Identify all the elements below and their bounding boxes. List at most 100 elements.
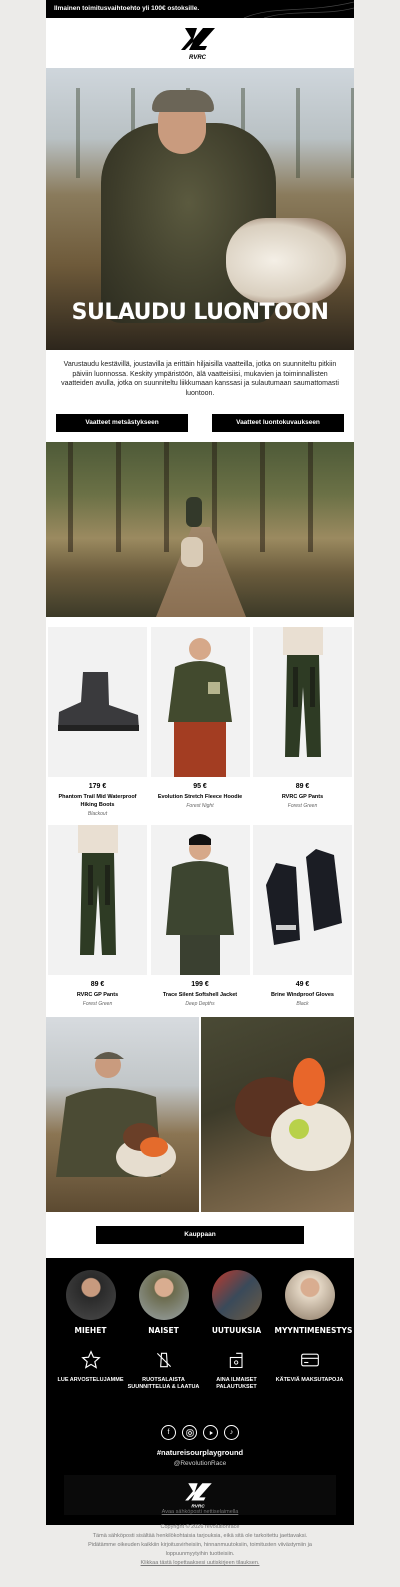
email-container: Ilmainen toimitusvaihtoehto yli 100€ ost… [46, 0, 354, 1525]
product-image[interactable] [253, 825, 352, 975]
product-name[interactable]: RVRC GP Pants [253, 793, 352, 801]
hero-image[interactable]: SULAUDU LUONTOON [46, 68, 354, 350]
topo-lines-decoration [243, 1, 354, 18]
pants-icon [77, 825, 118, 955]
product-name[interactable]: Trace Silent Softshell Jacket [151, 991, 250, 999]
return-box-icon [201, 1349, 273, 1371]
category-image[interactable] [284, 1270, 335, 1320]
product-color: Forest Green [287, 803, 318, 809]
usp-list: LUE ARVOSTELUJAMME RUOTSALAISTA SUUNNITT… [46, 1335, 354, 1391]
product-grid: 179 € Phantom Trail Mid Waterproof Hikin… [46, 617, 354, 1015]
category-bestsellers[interactable]: MYYNTIMENESTYS [275, 1270, 353, 1335]
usp-label: AINA ILMAISET PALAUTUKSET [216, 1377, 257, 1390]
category-image[interactable] [211, 1270, 262, 1320]
boot-icon [57, 672, 139, 731]
category-label[interactable]: NAISET [129, 1326, 199, 1335]
social-handle[interactable]: @RevolutionRace [46, 1460, 354, 1467]
product-image[interactable] [253, 627, 352, 777]
facebook-icon[interactable]: f [161, 1425, 176, 1440]
usp-reviews[interactable]: LUE ARVOSTELUJAMME [55, 1349, 127, 1391]
product-image[interactable] [150, 825, 250, 975]
jacket-icon [166, 834, 234, 975]
category-buttons: Vaatteet metsästykseen Vaatteet luontoku… [46, 404, 354, 438]
legal-line-3: loppuunmyytyihin tuotteisiin. [165, 1551, 235, 1557]
product-card[interactable]: 49 € Brine Windproof Gloves Black [253, 825, 352, 1007]
star-icon [55, 1349, 127, 1371]
product-image[interactable] [48, 825, 147, 975]
category-label[interactable]: MIEHET [56, 1326, 126, 1335]
dog-closeup-image[interactable] [201, 1017, 354, 1212]
open-in-browser-link[interactable]: Avaa sähköposti nettiselaimella [0, 1508, 400, 1517]
product-price: 89 € [90, 981, 105, 988]
product-card[interactable]: 199 € Trace Silent Softshell Jacket Deep… [150, 825, 250, 1007]
hunter-with-dog-image[interactable] [46, 1017, 199, 1212]
legal-line-2: Pidätämme oikeuden kaikkiin kirjoitusvir… [88, 1542, 312, 1548]
pants-icon [282, 627, 323, 757]
usp-swedish-design[interactable]: RUOTSALAISTA SUUNNITTELUA & LAATUA [128, 1349, 200, 1391]
copyright-text: Copyright © 2026 revolutionrace [160, 1524, 240, 1530]
product-price: 95 € [193, 783, 207, 790]
product-row: 179 € Phantom Trail Mid Waterproof Hikin… [48, 627, 352, 825]
header-logo[interactable]: RVRC [46, 18, 354, 68]
hunter-with-dog-illustration [56, 1052, 176, 1177]
shipping-banner[interactable]: Ilmainen toimitusvaihtoehto yli 100€ ost… [46, 0, 354, 18]
product-name[interactable]: RVRC GP Pants [48, 991, 147, 999]
hero-dog [226, 218, 346, 303]
category-women[interactable]: NAISET [129, 1270, 199, 1335]
product-row: 89 € RVRC GP Pants Forest Green 199 € Tr… [48, 825, 352, 1015]
product-card[interactable]: 89 € RVRC GP Pants Forest Green [253, 627, 352, 817]
shop-button[interactable]: Kauppaan [96, 1226, 304, 1244]
intro-text: Varustaudu kestävillä, joustavilla ja er… [61, 361, 339, 397]
hunting-clothes-button[interactable]: Vaatteet metsästykseen [56, 414, 188, 432]
dog-closeup-illustration [235, 1058, 351, 1171]
product-color: Blackout [87, 811, 108, 817]
shipping-banner-text: Ilmainen toimitusvaihtoehto yli 100€ ost… [54, 5, 200, 12]
category-men[interactable]: MIEHET [56, 1270, 126, 1335]
product-name[interactable]: Brine Windproof Gloves [253, 991, 352, 999]
rvrc-logo-icon: RVRC [185, 1483, 212, 1509]
hashtag[interactable]: #natureisourplayground [46, 1448, 354, 1457]
usp-label: RUOTSALAISTA SUUNNITTELUA & LAATUA [127, 1377, 200, 1390]
product-color: Black [296, 1001, 309, 1007]
unsubscribe-link[interactable]: Klikkaa tästä lopettaaksesi uutiskirjeen… [0, 1559, 400, 1568]
category-label[interactable]: UUTUUKSIA [202, 1326, 272, 1335]
hero-headline: SULAUDU LUONTOON [71, 300, 329, 325]
tiktok-icon[interactable]: ♪ [224, 1425, 239, 1440]
product-card[interactable]: 95 € Evolution Stretch Fleece Hoodie For… [150, 627, 250, 817]
product-color: Deep Depths [185, 1001, 215, 1007]
product-color: Forest Green [82, 1001, 113, 1007]
youtube-icon[interactable] [203, 1425, 218, 1440]
product-card[interactable]: 179 € Phantom Trail Mid Waterproof Hikin… [48, 627, 147, 817]
no-plastic-icon [128, 1349, 200, 1371]
product-name[interactable]: Evolution Stretch Fleece Hoodie [151, 793, 250, 801]
forest-path-image[interactable] [46, 442, 354, 617]
category-image[interactable] [138, 1270, 189, 1320]
usp-label: LUE ARVOSTELUJAMME [57, 1377, 124, 1383]
footer: MIEHET NAISET UUTUUKSIA MYYNTIMENESTYS L… [46, 1258, 354, 1525]
product-image[interactable] [150, 627, 250, 777]
category-new[interactable]: UUTUUKSIA [202, 1270, 272, 1335]
nature-photo-clothes-button[interactable]: Vaatteet luontokuvaukseen [212, 414, 344, 432]
forest-dog [181, 537, 203, 567]
hoodie-icon [168, 638, 232, 777]
product-price: 199 € [191, 981, 209, 988]
product-price: 89 € [295, 783, 310, 790]
social-links: f ♪ [46, 1425, 354, 1440]
lifestyle-images [46, 1017, 354, 1212]
usp-label: KÄTEVIÄ MAKSUTAPOJA [275, 1377, 344, 1383]
category-image[interactable] [65, 1270, 116, 1320]
rvrc-logo-icon: RVRC [181, 28, 215, 61]
product-color: Forest Night [186, 803, 214, 809]
product-card[interactable]: 89 € RVRC GP Pants Forest Green [48, 825, 147, 1007]
svg-text:RVRC: RVRC [189, 55, 207, 61]
category-label[interactable]: MYYNTIMENESTYS [275, 1326, 353, 1335]
usp-payment[interactable]: KÄTEVIÄ MAKSUTAPOJA [274, 1349, 346, 1391]
legal-line-1: Tämä sähköposti sisältää henkilökohtaisi… [92, 1533, 308, 1539]
product-price: 179 € [88, 783, 107, 790]
instagram-icon[interactable] [182, 1425, 197, 1440]
product-image[interactable] [48, 627, 147, 777]
usp-free-returns[interactable]: AINA ILMAISET PALAUTUKSET [201, 1349, 273, 1391]
hero-hunter-cap [152, 90, 214, 112]
product-name[interactable]: Phantom Trail Mid Waterproof Hiking Boot… [48, 793, 147, 809]
gloves-icon [265, 849, 342, 945]
